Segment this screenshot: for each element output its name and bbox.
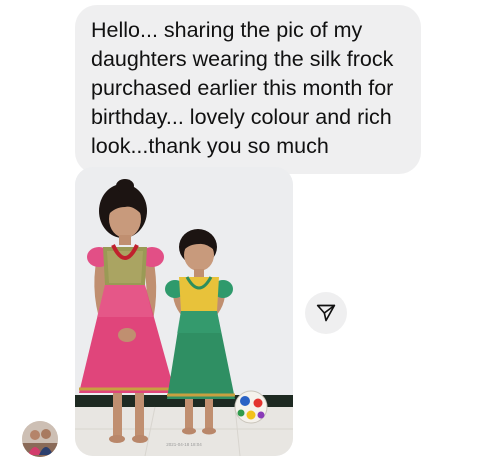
paper-plane-icon	[316, 303, 336, 323]
photo-illustration: 2021-04-18 18:04	[75, 167, 293, 456]
avatar-image	[22, 421, 58, 457]
message-text: Hello... sharing the pic of my daughters…	[91, 18, 394, 158]
sender-avatar[interactable]	[22, 421, 58, 457]
shared-photo[interactable]: 2021-04-18 18:04	[75, 167, 293, 456]
share-button[interactable]	[305, 292, 347, 334]
message-bubble[interactable]: Hello... sharing the pic of my daughters…	[75, 5, 421, 174]
photo-timestamp: 2021-04-18 18:04	[166, 442, 202, 447]
